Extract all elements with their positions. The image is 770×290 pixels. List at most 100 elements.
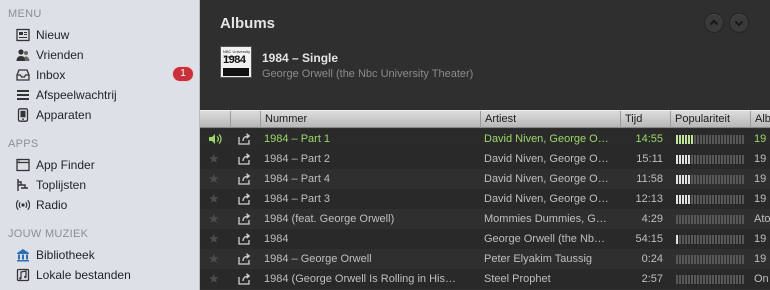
- sidebar-item-bibliotheek[interactable]: Bibliotheek: [0, 245, 199, 265]
- track-artist[interactable]: Peter Elyakim Taussig: [484, 249, 618, 269]
- popularity-tick: [712, 155, 714, 164]
- popularity-tick: [739, 235, 741, 244]
- local-files-icon: [16, 268, 30, 282]
- share-icon[interactable]: [237, 273, 251, 285]
- track-album[interactable]: 19: [754, 169, 770, 189]
- share-icon[interactable]: [237, 133, 251, 145]
- star-icon[interactable]: ★: [208, 232, 220, 246]
- library-icon: [17, 249, 29, 262]
- sidebar-item-label: Inbox: [36, 68, 66, 82]
- popularity-tick: [733, 275, 735, 284]
- column-header-artiest[interactable]: Artiest: [480, 111, 620, 128]
- popularity-tick: [688, 175, 690, 184]
- popularity-tick: [703, 235, 705, 244]
- table-row[interactable]: 1984 – Part 1 David Niven, George O… 14:55…: [200, 129, 770, 149]
- track-album[interactable]: 19: [754, 249, 770, 269]
- sidebar-item-vrienden[interactable]: Vrienden: [0, 45, 199, 65]
- album-artist[interactable]: George Orwell (the Nbc University Theate…: [262, 68, 473, 80]
- popularity-tick: [733, 195, 735, 204]
- track-title: 1984 – George Orwell: [264, 253, 372, 265]
- column-header-nummer[interactable]: Nummer: [260, 111, 480, 128]
- popularity-tick: [727, 215, 729, 224]
- scroll-down-button[interactable]: [729, 13, 749, 33]
- scroll-up-button[interactable]: [704, 13, 724, 33]
- table-row[interactable]: ★ 1984 – Part 4 David Niven, George O… 11:5…: [200, 169, 770, 189]
- sidebar-item-nieuw[interactable]: Nieuw: [0, 25, 199, 45]
- popularity-tick: [742, 155, 744, 164]
- star-icon[interactable]: ★: [208, 192, 220, 206]
- track-album[interactable]: 19: [754, 229, 770, 249]
- track-title: 1984: [264, 233, 289, 245]
- popularity-tick: [682, 175, 684, 184]
- share-icon[interactable]: [237, 193, 251, 205]
- track-time: 54:15: [635, 233, 663, 245]
- share-icon[interactable]: [237, 253, 251, 265]
- share-icon[interactable]: [237, 233, 251, 245]
- popularity-tick: [703, 275, 705, 284]
- column-header-status[interactable]: [200, 111, 230, 128]
- sidebar-item-apparaten[interactable]: Apparaten: [0, 105, 199, 125]
- popularity-tick: [718, 215, 720, 224]
- album-name[interactable]: 1984 – Single: [262, 51, 338, 65]
- track-artist[interactable]: David Niven, George O…: [484, 189, 618, 209]
- speaker-icon: [209, 134, 222, 144]
- star-icon[interactable]: ★: [208, 252, 220, 266]
- table-row[interactable]: ★ 1984 (feat. George Orwell) Mommies Dummi…: [200, 209, 770, 229]
- track-album[interactable]: 19: [754, 149, 770, 169]
- popularity-tick: [724, 235, 726, 244]
- sidebar-item-app-finder[interactable]: App Finder: [0, 155, 199, 175]
- star-icon[interactable]: ★: [208, 272, 220, 286]
- popularity-tick: [739, 175, 741, 184]
- track-album[interactable]: 19: [754, 189, 770, 209]
- sidebar-item-radio[interactable]: Radio: [0, 195, 199, 215]
- column-header-share[interactable]: [230, 111, 260, 128]
- popularity-tick: [685, 215, 687, 224]
- popularity-tick: [712, 135, 714, 144]
- main-panel: Albums NBC University Theater 1984 1984 …: [200, 0, 770, 290]
- popularity-tick: [703, 255, 705, 264]
- popularity-tick: [679, 135, 681, 144]
- popularity-tick: [676, 155, 678, 164]
- track-album[interactable]: 19: [754, 129, 770, 149]
- popularity-tick: [706, 235, 708, 244]
- table-row[interactable]: ★ 1984 – Part 2 David Niven, George O… 15:1…: [200, 149, 770, 169]
- popularity-tick: [742, 215, 744, 224]
- share-icon[interactable]: [237, 153, 251, 165]
- column-header-album[interactable]: Alb: [750, 111, 770, 128]
- star-icon[interactable]: ★: [208, 152, 220, 166]
- popularity-tick: [709, 275, 711, 284]
- star-icon[interactable]: ★: [208, 212, 220, 226]
- column-header-tijd[interactable]: Tijd: [620, 111, 670, 128]
- track-artist[interactable]: Mommies Dummies, G…: [484, 209, 618, 229]
- table-row[interactable]: ★ 1984 (George Orwell Is Rolling in His… S…: [200, 269, 770, 289]
- sidebar-item-label: Vrienden: [36, 48, 84, 62]
- table-row[interactable]: ★ 1984 George Orwell (the Nb… 54:15 19: [200, 229, 770, 249]
- table-row[interactable]: ★ 1984 – Part 3 David Niven, George O… 12:1…: [200, 189, 770, 209]
- share-icon[interactable]: [237, 173, 251, 185]
- popularity-tick: [694, 255, 696, 264]
- track-artist[interactable]: George Orwell (the Nb…: [484, 229, 618, 249]
- star-icon[interactable]: ★: [208, 172, 220, 186]
- track-artist[interactable]: David Niven, George O…: [484, 169, 618, 189]
- sidebar-item-afspeelwachtrij[interactable]: Afspeelwachtrij: [0, 85, 199, 105]
- track-album[interactable]: Ato: [754, 209, 770, 229]
- popularity-tick: [688, 215, 690, 224]
- track-time: 2:57: [641, 273, 663, 285]
- track-artist[interactable]: Steel Prophet: [484, 269, 618, 289]
- track-time: 15:11: [636, 153, 663, 165]
- toplist-icon: [17, 179, 28, 191]
- sidebar-item-toplijsten[interactable]: Toplijsten: [0, 175, 199, 195]
- share-icon[interactable]: [237, 213, 251, 225]
- popularity-tick: [700, 155, 702, 164]
- sidebar-item-inbox[interactable]: Inbox 1: [0, 65, 199, 85]
- column-header-populariteit[interactable]: Populariteit: [670, 111, 750, 128]
- track-artist[interactable]: David Niven, George O…: [484, 149, 618, 169]
- sidebar-item-lokale-bestanden[interactable]: Lokale bestanden: [0, 265, 199, 285]
- album-cover[interactable]: NBC University Theater 1984: [220, 46, 252, 78]
- track-artist[interactable]: David Niven, George O…: [484, 129, 618, 149]
- popularity-tick: [715, 255, 717, 264]
- chevron-up-icon: [709, 19, 719, 26]
- table-row[interactable]: ★ 1984 – George Orwell Peter Elyakim Tauss…: [200, 249, 770, 269]
- popularity-tick: [727, 255, 729, 264]
- track-album[interactable]: On: [754, 269, 770, 289]
